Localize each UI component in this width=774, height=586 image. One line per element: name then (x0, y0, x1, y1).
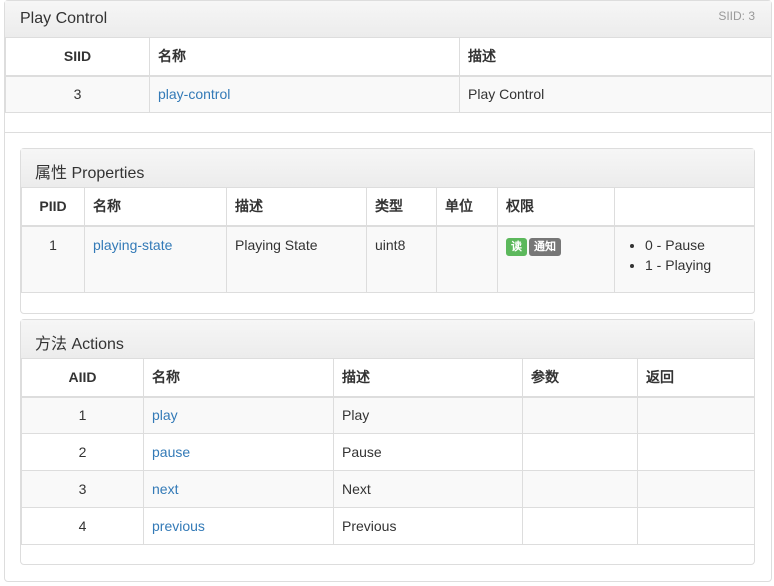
unit-cell (436, 225, 498, 293)
service-name-link[interactable]: play-control (158, 86, 230, 102)
description-cell: Pause (333, 433, 523, 471)
divider (5, 132, 771, 133)
column-header-description: 描述 (333, 358, 523, 397)
description-cell: Play Control (459, 75, 772, 113)
column-header-values (614, 187, 755, 226)
service-title: Play Control (20, 10, 108, 27)
aiid-cell: 2 (21, 433, 144, 471)
value-list-item: 1 - Playing (645, 255, 746, 275)
name-cell: play (143, 396, 334, 434)
column-header-returns: 返回 (637, 358, 755, 397)
type-cell: uint8 (366, 225, 437, 293)
column-header-siid: SIID (5, 37, 150, 76)
aiid-cell: 1 (21, 396, 144, 434)
action-name-link[interactable]: previous (152, 518, 205, 534)
actions-table-header: AIID 名称 描述 参数 返回 (21, 358, 755, 397)
column-header-type: 类型 (366, 187, 437, 226)
siid-tag: SIID: 3 (718, 9, 755, 23)
column-header-params: 参数 (522, 358, 638, 397)
values-cell: 0 - Pause 1 - Playing (614, 225, 755, 293)
notify-badge: 通知 (529, 237, 561, 256)
action-name-link[interactable]: pause (152, 444, 190, 460)
name-cell: playing-state (84, 225, 227, 293)
returns-cell (637, 507, 755, 545)
actions-panel: 方法 Actions AIID 名称 描述 参数 返回 1 play Play (20, 319, 755, 565)
aiid-cell: 3 (21, 470, 144, 508)
params-cell (522, 433, 638, 471)
column-header-description: 描述 (226, 187, 367, 226)
returns-cell (637, 396, 755, 434)
action-name-link[interactable]: play (152, 407, 178, 423)
table-row: 3 next Next (21, 470, 755, 508)
service-table: SIID 名称 描述 3 play-control Play Control (5, 37, 772, 113)
table-row: 4 previous Previous (21, 507, 755, 545)
description-cell: Previous (333, 507, 523, 545)
properties-panel-heading: 属性 Properties (21, 149, 754, 188)
returns-cell (637, 470, 755, 508)
column-header-name: 名称 (149, 37, 460, 76)
properties-table-header: PIID 名称 描述 类型 单位 权限 (21, 187, 755, 226)
description-cell: Play (333, 396, 523, 434)
value-list-item: 0 - Pause (645, 235, 746, 255)
actions-table: AIID 名称 描述 参数 返回 1 play Play 2 pause Pau… (21, 358, 755, 545)
access-cell: 读通知 (497, 225, 615, 293)
piid-cell: 1 (21, 225, 85, 293)
params-cell (522, 507, 638, 545)
column-header-access: 权限 (497, 187, 615, 226)
property-name-link[interactable]: playing-state (93, 237, 172, 253)
column-header-name: 名称 (143, 358, 334, 397)
aiid-cell: 4 (21, 507, 144, 545)
column-header-aiid: AIID (21, 358, 144, 397)
table-row: 3 play-control Play Control (5, 75, 772, 113)
column-header-description: 描述 (459, 37, 772, 76)
name-cell: previous (143, 507, 334, 545)
actions-panel-heading: 方法 Actions (21, 320, 754, 359)
service-table-header: SIID 名称 描述 (5, 37, 772, 76)
name-cell: play-control (149, 75, 460, 113)
name-cell: next (143, 470, 334, 508)
description-cell: Playing State (226, 225, 367, 293)
table-row: 2 pause Pause (21, 433, 755, 471)
column-header-name: 名称 (84, 187, 227, 226)
read-badge: 读 (506, 237, 527, 256)
params-cell (522, 396, 638, 434)
siid-cell: 3 (5, 75, 150, 113)
action-name-link[interactable]: next (152, 481, 178, 497)
value-list: 0 - Pause 1 - Playing (645, 235, 746, 275)
table-row: 1 playing-state Playing State uint8 读通知 … (21, 225, 755, 293)
column-header-piid: PIID (21, 187, 85, 226)
properties-panel: 属性 Properties PIID 名称 描述 类型 单位 权限 1 play… (20, 148, 755, 314)
properties-table: PIID 名称 描述 类型 单位 权限 1 playing-state Play… (21, 187, 755, 293)
description-cell: Next (333, 470, 523, 508)
name-cell: pause (143, 433, 334, 471)
service-panel-heading: Play Control SIID: 3 (5, 1, 771, 38)
properties-title: 属性 Properties (35, 165, 145, 182)
params-cell (522, 470, 638, 508)
returns-cell (637, 433, 755, 471)
actions-title: 方法 Actions (35, 336, 124, 353)
table-row: 1 play Play (21, 396, 755, 434)
column-header-unit: 单位 (436, 187, 498, 226)
